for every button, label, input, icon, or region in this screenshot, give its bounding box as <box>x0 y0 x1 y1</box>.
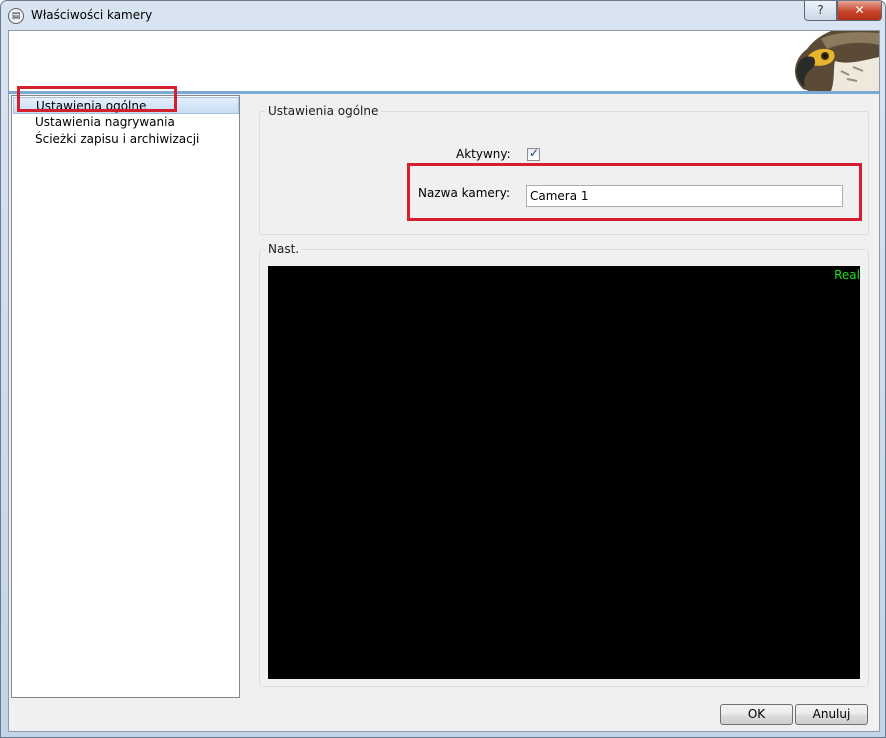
nav-item-storage-paths[interactable]: Ścieżki zapisu i archiwizacji <box>13 131 239 148</box>
general-settings-group-title: Ustawienia ogólne <box>265 104 382 118</box>
active-label: Aktywny: <box>456 147 511 161</box>
app-icon: ▤ <box>8 8 24 24</box>
active-checkbox[interactable]: ✓ <box>527 146 540 161</box>
ok-button[interactable]: OK <box>720 704 793 725</box>
eagle-logo-image <box>791 31 879 91</box>
cancel-button[interactable]: Anuluj <box>795 704 868 725</box>
header-banner <box>9 31 879 91</box>
camera-preview-video[interactable]: Real <box>268 266 860 679</box>
highlight-box-nav <box>17 86 177 112</box>
close-button[interactable]: ✕ <box>837 1 882 21</box>
title-bar[interactable]: ▤ Właściwości kamery ? ✕ <box>1 1 885 31</box>
dialog-client-area: Ustawienia ogólne Ustawienia nagrywania … <box>8 30 880 732</box>
checkmark-icon: ✓ <box>529 146 540 160</box>
realtime-overlay-text: Real <box>834 268 860 282</box>
preview-group-title: Nast. <box>265 242 303 256</box>
highlight-box-camera-name <box>407 163 862 221</box>
nav-item-recording-settings[interactable]: Ustawienia nagrywania <box>13 114 239 131</box>
settings-nav-list[interactable]: Ustawienia ogólne Ustawienia nagrywania … <box>11 95 240 698</box>
help-button[interactable]: ? <box>804 1 837 21</box>
window-title: Właściwości kamery <box>31 8 153 22</box>
dialog-window: ▤ Właściwości kamery ? ✕ Ustawienia ogól… <box>0 0 886 738</box>
